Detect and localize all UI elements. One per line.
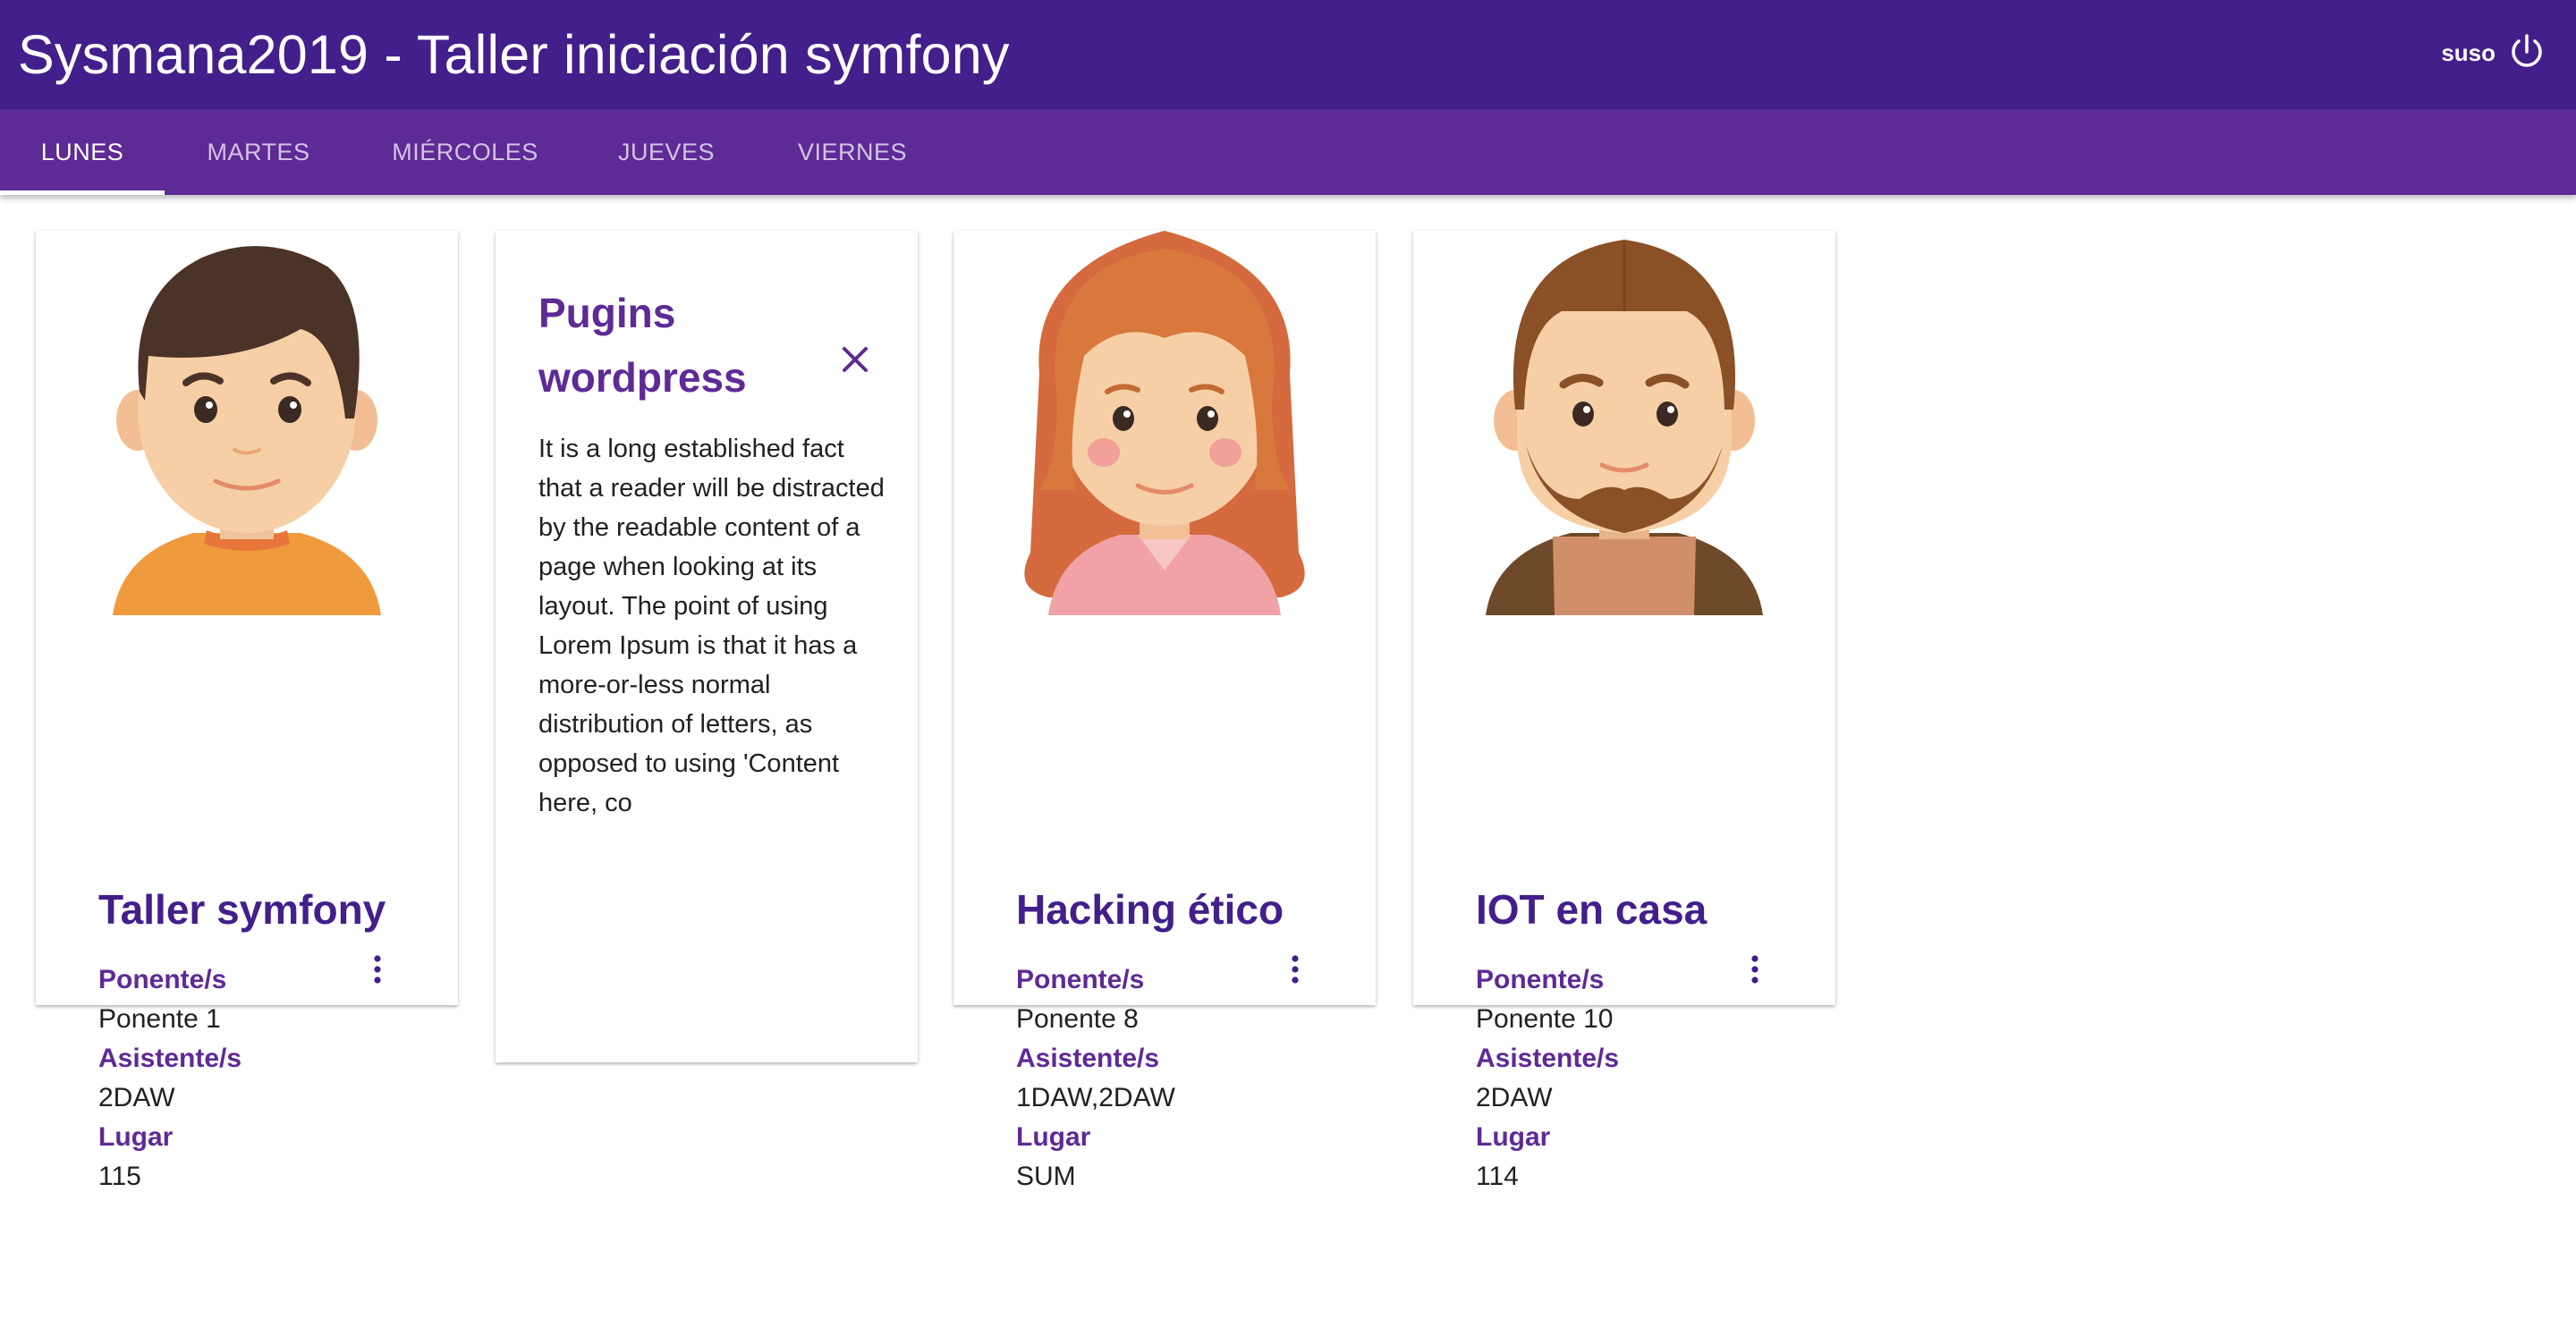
event-card: Hacking ético Ponente/s Ponente 8 Asiste… xyxy=(953,231,1376,1191)
attendees-label: Asistente/s xyxy=(98,1044,242,1073)
speaker-label: Ponente/s xyxy=(1476,965,1605,994)
speaker-value: Ponente 10 xyxy=(1476,1004,1614,1034)
card-description: It is a long established fact that a rea… xyxy=(538,435,885,817)
place-value: 114 xyxy=(1476,1162,1519,1191)
day-tabs: LUNES MARTES MIÉRCOLES JUEVES VIERNES xyxy=(0,109,2576,195)
place-value: 115 xyxy=(98,1162,141,1191)
place-label: Lugar xyxy=(1476,1122,1551,1152)
attendees-label: Asistente/s xyxy=(1476,1044,1620,1073)
bearded-man-avatar xyxy=(1486,240,1763,615)
card-details: Ponente/s Ponente 1 Asistente/s 2DAW Lug… xyxy=(98,960,242,1196)
place-value: SUM xyxy=(1016,1162,1076,1191)
close-icon[interactable] xyxy=(837,342,873,377)
card-details: Ponente/s Ponente 10 Asistente/s 2DAW Lu… xyxy=(1476,960,1619,1196)
tab-lunes[interactable]: LUNES xyxy=(0,109,165,195)
event-card: IOT en casa Ponente/s Ponente 10 Asisten… xyxy=(1413,231,1835,1191)
speaker-label: Ponente/s xyxy=(98,965,227,994)
card-title[interactable]: IOT en casa xyxy=(1476,885,1707,934)
attendees-label: Asistente/s xyxy=(1016,1044,1160,1073)
speaker-label: Ponente/s xyxy=(1016,965,1145,994)
more-vert-icon[interactable] xyxy=(369,953,386,989)
place-label: Lugar xyxy=(1016,1122,1091,1152)
card-reveal-title: Pugins wordpress xyxy=(538,290,747,401)
speaker-value: Ponente 1 xyxy=(98,1004,221,1034)
tab-miercoles[interactable]: MIÉRCOLES xyxy=(361,109,569,195)
card-title[interactable]: Hacking ético xyxy=(1016,885,1284,934)
tab-viernes[interactable]: VIERNES xyxy=(767,109,937,195)
place-label: Lugar xyxy=(98,1122,174,1152)
tab-jueves[interactable]: JUEVES xyxy=(581,109,751,195)
app-bar: Sysmana2019 - Taller iniciación symfony … xyxy=(0,0,2576,109)
attendees-value: 2DAW xyxy=(1476,1083,1553,1112)
more-vert-icon[interactable] xyxy=(1746,953,1764,989)
more-vert-icon[interactable] xyxy=(1286,953,1304,989)
event-card-revealed: Pugins wordpress It is a long establishe… xyxy=(496,231,918,1062)
user-name[interactable]: suso xyxy=(2441,39,2496,67)
card-details: Ponente/s Ponente 8 Asistente/s 1DAW,2DA… xyxy=(1016,960,1175,1196)
app-title: Sysmana2019 - Taller iniciación symfony xyxy=(18,24,1010,85)
girl-avatar xyxy=(1024,231,1305,615)
attendees-value: 1DAW,2DAW xyxy=(1016,1083,1175,1112)
power-icon[interactable] xyxy=(2504,30,2549,75)
event-card: Taller symfony Ponente/s Ponente 1 Asist… xyxy=(36,231,458,1191)
tab-martes[interactable]: MARTES xyxy=(165,109,352,195)
card-title[interactable]: Taller symfony xyxy=(98,885,386,934)
speaker-value: Ponente 8 xyxy=(1016,1004,1139,1034)
attendees-value: 2DAW xyxy=(98,1083,175,1112)
boy-avatar xyxy=(113,246,381,615)
